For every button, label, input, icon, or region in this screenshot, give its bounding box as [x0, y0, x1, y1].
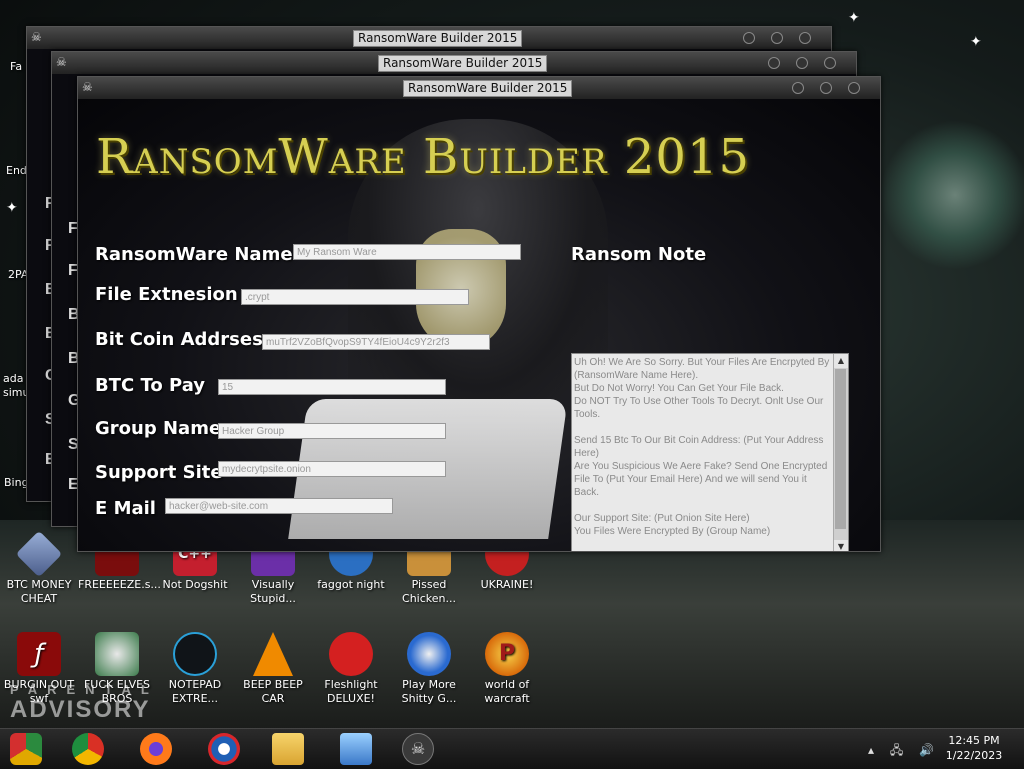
red-fuzzy-icon: [329, 632, 373, 676]
vlc-icon: [253, 632, 293, 676]
email-label: E Mail: [95, 498, 156, 519]
maximize-button[interactable]: [771, 32, 783, 44]
notepad-icon: [173, 632, 217, 676]
close-button[interactable]: [848, 82, 860, 94]
desktop-icon-label: Visually Stupid...: [250, 578, 296, 605]
desktop-icon-label: Play More Shitty G...: [401, 678, 457, 705]
desktop-icon-label: Pissed Chicken...: [402, 578, 456, 605]
ransomware-builder-window[interactable]: ☠ RansomWare Builder 2015 RansomWare Bui…: [77, 76, 881, 552]
ransom-note-textarea[interactable]: Uh Oh! We Are So Sorry. But Your Files A…: [571, 353, 849, 551]
bitcoin-address-label: Bit Coin Addrses: [95, 329, 263, 350]
minimize-button[interactable]: [743, 32, 755, 44]
desktop-icon-label: Not Dogshit: [162, 578, 228, 591]
taskbar: ☠ ▴ 🖧 🔊 12:45 PM 1/22/2023: [0, 728, 1024, 769]
file-extension-label: File Extnesion: [95, 284, 238, 305]
app-skull-icon: ☠: [31, 30, 42, 44]
close-button[interactable]: [824, 57, 836, 69]
minimize-button[interactable]: [768, 57, 780, 69]
window-title: RansomWare Builder 2015: [378, 55, 548, 72]
scroll-down-arrow-icon[interactable]: ▼: [834, 540, 848, 551]
star-icon: ✦: [970, 34, 982, 50]
desktop-edge-label[interactable]: End: [6, 164, 27, 177]
desktop-icon-label: BEEP BEEP CAR: [243, 678, 303, 705]
wallpaper-moon-glow: [880, 120, 1024, 270]
desktop-icon-fleshlight-deluxe[interactable]: Fleshlight DELUXE!: [312, 632, 390, 706]
title-bar[interactable]: ☠ RansomWare Builder 2015: [52, 52, 856, 74]
close-button[interactable]: [799, 32, 811, 44]
parental-advisory-logo: PARENTAL ADVISORY: [10, 682, 159, 723]
maximize-button[interactable]: [796, 57, 808, 69]
network-program-icon[interactable]: [340, 733, 372, 765]
scroll-thumb[interactable]: [835, 369, 846, 529]
skull-app-taskbar-icon[interactable]: ☠: [402, 733, 434, 765]
obama-logo-icon[interactable]: [208, 733, 240, 765]
file-explorer-icon[interactable]: [272, 733, 304, 765]
title-bar[interactable]: ☠ RansomWare Builder 2015: [78, 77, 880, 99]
clock-time: 12:45 PM: [948, 734, 1000, 747]
support-site-label: Support Site: [95, 462, 223, 483]
bitcoin-address-input[interactable]: muTrf2VZoBfQvopS9TY4fEioU4c9Y2r2f3: [262, 334, 490, 350]
group-name-label: Group Name: [95, 418, 222, 439]
desktop-icon-label: Fleshlight DELUXE!: [324, 678, 378, 705]
desktop-edge-label[interactable]: Bing: [4, 476, 29, 489]
clock-date: 1/22/2023: [945, 749, 1003, 762]
desktop-icon-label: faggot night: [317, 578, 385, 591]
popcap-icon: [407, 632, 451, 676]
window-title: RansomWare Builder 2015: [403, 80, 573, 97]
maximize-button[interactable]: [820, 82, 832, 94]
desktop-icon-label: UKRAINE!: [480, 578, 534, 591]
desktop-icon-play-more[interactable]: Play More Shitty G...: [390, 632, 468, 706]
desktop-icon-world-of-warcraft[interactable]: P world of warcraft: [468, 632, 546, 706]
elves-icon: [95, 632, 139, 676]
file-extension-input[interactable]: .crypt: [241, 289, 469, 305]
scroll-up-arrow-icon[interactable]: ▲: [834, 354, 848, 368]
chrome-icon[interactable]: [72, 733, 104, 765]
app-skull-icon: ☠: [82, 80, 93, 94]
start-button-icon[interactable]: [10, 733, 42, 765]
window-title: RansomWare Builder 2015: [353, 30, 523, 47]
ransomware-name-label: RansomWare Name: [95, 244, 293, 265]
email-input[interactable]: hacker@web-site.com: [165, 498, 393, 514]
firefox-icon[interactable]: [140, 733, 172, 765]
ransomware-name-input[interactable]: My Ransom Ware: [293, 244, 521, 260]
system-tray-icons[interactable]: ▴ 🖧 🔊: [868, 741, 940, 762]
minimize-button[interactable]: [792, 82, 804, 94]
btc-to-pay-input[interactable]: 15: [218, 379, 446, 395]
clock[interactable]: 12:45 PM 1/22/2023: [934, 733, 1014, 763]
main-content: RansomWare Builder 2015 RansomWare Name …: [78, 99, 880, 551]
desktop-icon-label: BTC MONEY CHEAT: [6, 578, 72, 605]
title-bar[interactable]: ☠ RansomWare Builder 2015: [27, 27, 831, 49]
desktop-icon-btc-money-cheat[interactable]: BTC MONEY CHEAT: [0, 530, 78, 606]
star-icon: ✦: [848, 10, 860, 26]
ransom-note-text[interactable]: Uh Oh! We Are So Sorry. But Your Files A…: [574, 356, 832, 551]
ransom-note-label: Ransom Note: [571, 244, 707, 265]
app-skull-icon: ☠: [56, 55, 67, 69]
desktop-edge-label[interactable]: ada: [3, 372, 23, 385]
flash-player-icon: ƒ: [17, 632, 61, 676]
diamond-icon: [15, 530, 63, 578]
support-site-input[interactable]: mydecrytpsite.onion: [218, 461, 446, 477]
star-icon: ✦: [6, 200, 18, 216]
desktop-icon-label: FREEEEEZE.s...: [78, 578, 161, 591]
ransom-note-scrollbar[interactable]: ▲ ▼: [833, 354, 848, 551]
desktop-edge-label[interactable]: Fa: [10, 60, 22, 73]
group-name-input[interactable]: Hacker Group: [218, 423, 446, 439]
desktop-icon-label: world of warcraft: [484, 678, 530, 705]
app-logo: RansomWare Builder 2015: [96, 129, 751, 185]
p-icon: P: [485, 632, 529, 676]
btc-to-pay-label: BTC To Pay: [95, 375, 206, 396]
desktop-icon-beep-beep-car[interactable]: BEEP BEEP CAR: [234, 632, 312, 706]
